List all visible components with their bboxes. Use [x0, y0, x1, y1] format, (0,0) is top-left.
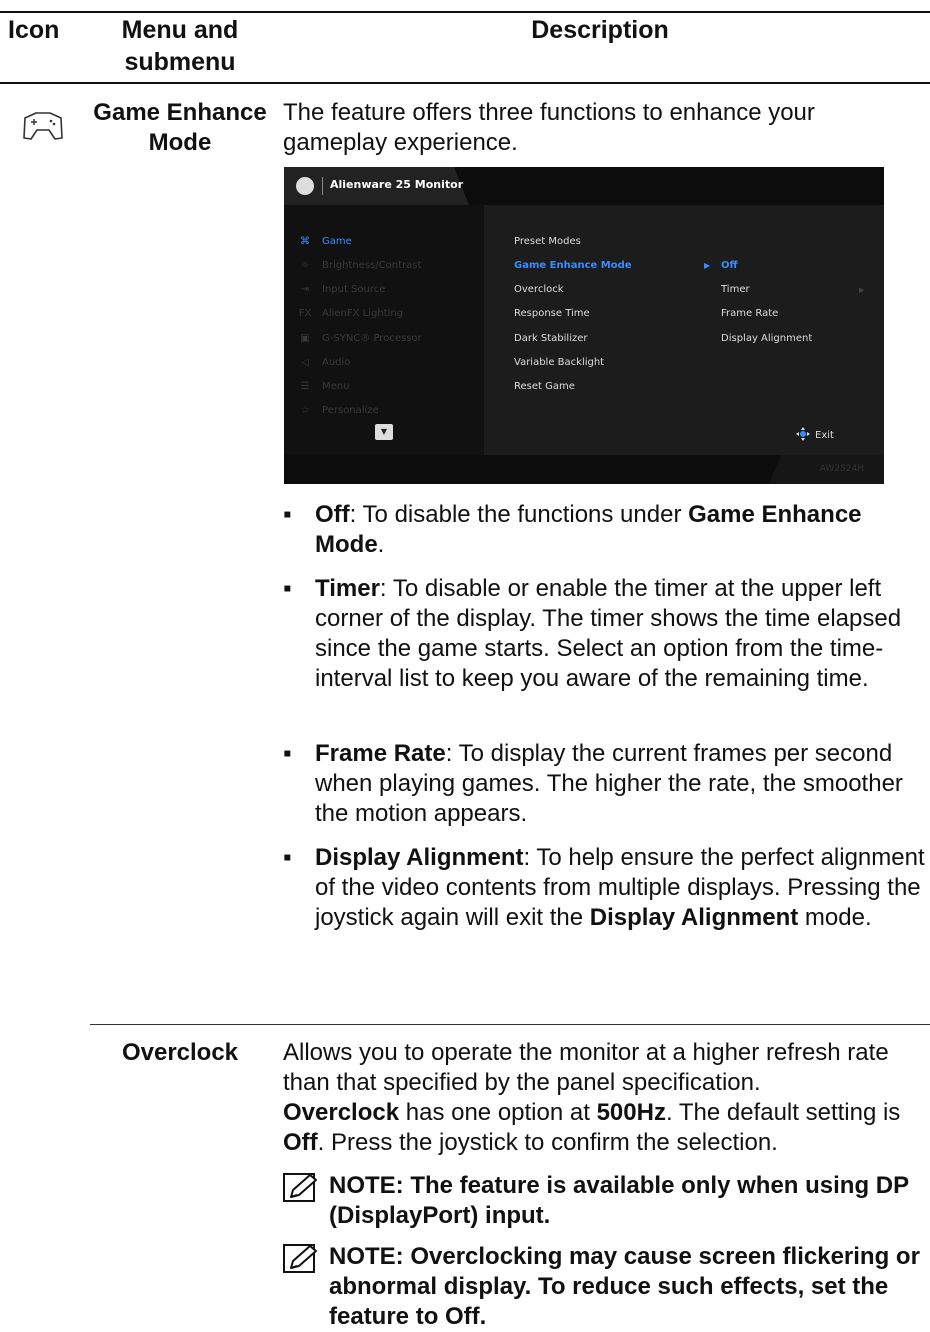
- osd-menu-label: Audio: [322, 357, 351, 368]
- speaker-icon: ◁: [301, 357, 309, 368]
- gamepad-icon: [23, 112, 63, 140]
- bullet-glyph: ▪: [283, 740, 292, 767]
- table-top-rule: [0, 11, 930, 13]
- osd-exit-label[interactable]: Exit: [815, 430, 834, 441]
- chevron-right-icon: ▶: [859, 286, 865, 294]
- star-icon: ☆: [300, 405, 310, 416]
- osd-menu-item-brightness[interactable]: ☼ Brightness/Contrast: [298, 260, 422, 271]
- note-text: NOTE: Overclocking may cause screen flic…: [329, 1243, 920, 1330]
- osd-menu-item-input-source[interactable]: ⇥ Input Source: [298, 284, 386, 295]
- bullet-term: Display Alignment: [589, 904, 799, 931]
- overclock-description: Allows you to operate the monitor at a h…: [283, 1039, 889, 1096]
- game-enhance-intro: The feature offers three functions to en…: [283, 99, 815, 156]
- bullet-term: Off: [315, 501, 350, 528]
- osd-menu-label: Personalize: [322, 405, 379, 416]
- osd-menu-item-alienfx[interactable]: FX AlienFX Lighting: [298, 308, 403, 319]
- header-icon: Icon: [8, 16, 60, 44]
- overclock-text: . Press the joystick to confirm the sele…: [317, 1129, 778, 1156]
- osd-option-off[interactable]: Off: [721, 260, 738, 271]
- osd-game-item-variable-backlight[interactable]: Variable Backlight: [514, 357, 604, 368]
- osd-title: Alienware 25 Monitor: [330, 178, 464, 191]
- osd-screenshot: Alienware 25 Monitor ⌘ Game ☼ Brightness/C…: [284, 167, 884, 484]
- row-divider: [90, 1024, 930, 1025]
- osd-game-item-dark-stabilizer[interactable]: Dark Stabilizer: [514, 333, 588, 344]
- joystick-icon: [796, 427, 810, 441]
- gamepad-icon: ⌘: [300, 236, 310, 247]
- overclock-value: 500Hz: [596, 1099, 666, 1126]
- osd-game-item-overclock[interactable]: Overclock: [514, 284, 564, 295]
- bullet-frame-rate: ▪ Frame Rate: To display the current fra…: [283, 739, 928, 829]
- osd-option-display-alignment[interactable]: Display Alignment: [721, 333, 812, 344]
- osd-option-frame-rate[interactable]: Frame Rate: [721, 308, 778, 319]
- overclock-text: . The default setting is: [665, 1099, 901, 1126]
- bullet-text: : To disable or enable the timer at the …: [315, 575, 902, 692]
- brightness-icon: ☼: [300, 260, 310, 271]
- osd-scroll-down-button[interactable]: ▼: [375, 424, 393, 440]
- alienware-logo-icon: [296, 177, 314, 195]
- overclock-option-text: Overclock has one option at 500Hz. The d…: [283, 1098, 923, 1158]
- osd-game-item-game-enhance-mode[interactable]: Game Enhance Mode: [514, 260, 632, 271]
- osd-menu-label: Game: [322, 236, 352, 247]
- pencil-note-icon: [283, 1244, 317, 1273]
- fx-icon: FX: [298, 308, 312, 319]
- osd-menu-item-game[interactable]: ⌘ Game: [298, 236, 352, 247]
- bullet-term: Display Alignment: [315, 844, 524, 871]
- pencil-note-icon: [283, 1173, 317, 1202]
- osd-header: Alienware 25 Monitor: [284, 167, 884, 205]
- overclock-term: Overclock: [283, 1099, 400, 1126]
- note-text: NOTE: The feature is available only when…: [329, 1172, 909, 1229]
- bullet-text: .: [377, 531, 385, 558]
- osd-title-separator: [322, 177, 323, 195]
- menu-game-enhance-mode: Game Enhance Mode: [93, 99, 267, 156]
- header-bottom-rule: [0, 82, 930, 84]
- bullet-term: Timer: [315, 575, 380, 602]
- bullet-text: mode.: [798, 904, 872, 931]
- bullet-glyph: ▪: [283, 844, 292, 871]
- osd-menu-label: AlienFX Lighting: [322, 308, 404, 319]
- osd-menu-item-gsync[interactable]: ▣ G-SYNC® Processor: [298, 333, 422, 344]
- osd-option-timer[interactable]: Timer: [721, 284, 750, 295]
- osd-menu-item-menu[interactable]: ☰ Menu: [298, 381, 350, 392]
- osd-menu-item-personalize[interactable]: ☆ Personalize: [298, 405, 379, 416]
- osd-menu-label: G-SYNC® Processor: [322, 333, 422, 344]
- chip-icon: ▣: [300, 333, 310, 344]
- osd-game-item-preset-modes[interactable]: Preset Modes: [514, 236, 581, 247]
- note-1: NOTE: The feature is available only when…: [283, 1171, 928, 1231]
- menu-overclock: Overclock: [121, 1039, 239, 1066]
- menu-icon: ☰: [300, 381, 310, 392]
- bullet-display-alignment: ▪ Display Alignment: To help ensure the …: [283, 843, 928, 933]
- overclock-default: Off: [283, 1129, 318, 1156]
- osd-menu-label: Input Source: [322, 284, 386, 295]
- overclock-text: has one option at: [399, 1099, 597, 1126]
- selected-arrow-icon: ▶: [704, 261, 711, 270]
- bullet-term: Frame Rate: [315, 740, 446, 767]
- bullet-glyph: ▪: [283, 575, 292, 602]
- osd-model-number: AW2524H: [819, 464, 864, 474]
- bullet-glyph: ▪: [283, 501, 292, 528]
- osd-game-item-response-time[interactable]: Response Time: [514, 308, 590, 319]
- input-icon: ⇥: [300, 284, 310, 295]
- osd-menu-label: Brightness/Contrast: [322, 260, 422, 271]
- bullet-text: : To disable the functions under: [349, 501, 689, 528]
- header-menu: Menu and submenu: [121, 16, 239, 76]
- note-2: NOTE: Overclocking may cause screen flic…: [283, 1242, 928, 1332]
- osd-menu-label: Menu: [322, 381, 350, 392]
- header-description: Description: [531, 16, 669, 44]
- bullet-timer: ▪ Timer: To disable or enable the timer …: [283, 574, 928, 694]
- osd-menu-item-audio[interactable]: ◁ Audio: [298, 357, 350, 368]
- osd-game-item-reset-game[interactable]: Reset Game: [514, 381, 575, 392]
- osd-footer: AW2524H: [284, 455, 884, 484]
- bullet-off: ▪ Off: To disable the functions under Ga…: [283, 500, 928, 560]
